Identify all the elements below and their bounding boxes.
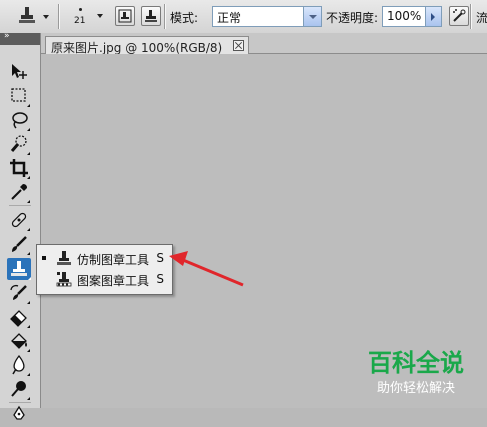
opacity-slider-button[interactable] bbox=[425, 7, 441, 26]
flyout-item-shortcut: S bbox=[156, 251, 164, 265]
opacity-value: 100% bbox=[387, 9, 422, 23]
svg-text:百科全说: 百科全说 bbox=[368, 349, 464, 377]
tools-panel-header[interactable]: » bbox=[0, 31, 40, 45]
mode-label: 模式: bbox=[170, 11, 199, 25]
opacity-label: 不透明度: bbox=[326, 11, 379, 25]
brush-picker[interactable]: 21 bbox=[66, 2, 106, 31]
flyout-item-label: 仿制图章工具 bbox=[77, 253, 150, 267]
toggle-panel-button[interactable] bbox=[141, 6, 161, 26]
clone-source-button[interactable] bbox=[115, 6, 135, 26]
stamp-icon bbox=[19, 7, 35, 23]
chevron-down-icon bbox=[43, 15, 49, 19]
flyout-item-shortcut: S bbox=[156, 272, 164, 286]
chevron-right-icon bbox=[431, 13, 435, 21]
flyout-item-label: 图案图章工具 bbox=[77, 274, 150, 288]
quick-selection-tool[interactable] bbox=[8, 133, 30, 155]
crop-tool[interactable] bbox=[8, 157, 30, 179]
tools-panel: » bbox=[0, 31, 41, 420]
chevron-down-icon bbox=[97, 14, 103, 18]
close-icon[interactable] bbox=[233, 40, 244, 51]
mode-select[interactable]: 正常 bbox=[212, 6, 322, 27]
options-bar: 21 模式: 正常 不透明度: 100% 流 bbox=[0, 0, 487, 34]
tool-preset-picker[interactable] bbox=[6, 4, 50, 28]
flyout-item-clone-stamp[interactable]: 仿制图章工具 S bbox=[37, 248, 172, 268]
document-tab-strip: 原来图片.jpg @ 100%(RGB/8) bbox=[41, 33, 487, 55]
clone-source-icon bbox=[118, 9, 132, 23]
chevron-down-icon bbox=[303, 7, 321, 26]
move-tool[interactable] bbox=[8, 61, 30, 83]
pen-tool[interactable] bbox=[8, 405, 30, 427]
pattern-stamp-icon bbox=[56, 272, 72, 287]
mode-value: 正常 bbox=[217, 11, 242, 25]
stamp-icon bbox=[57, 251, 71, 265]
move-icon bbox=[12, 64, 27, 79]
blur-tool[interactable] bbox=[8, 354, 30, 376]
selected-bullet-icon bbox=[42, 256, 46, 260]
collapse-icon: » bbox=[4, 31, 9, 41]
dodge-tool[interactable] bbox=[8, 378, 30, 400]
document-tab[interactable]: 原来图片.jpg @ 100%(RGB/8) bbox=[45, 36, 249, 55]
eyedropper-tool[interactable] bbox=[8, 181, 30, 203]
paint-bucket-tool[interactable] bbox=[8, 330, 30, 352]
stamp-tool-flyout: 仿制图章工具 S 图案图章工具 S bbox=[36, 244, 173, 295]
svg-text:助你轻松解决: 助你轻松解决 bbox=[377, 381, 455, 396]
watermark-logo: 百科全说 助你轻松解决 bbox=[368, 349, 464, 396]
flow-label: 流 bbox=[476, 11, 487, 25]
flyout-item-pattern-stamp[interactable]: 图案图章工具 S bbox=[37, 269, 172, 289]
clone-stamp-tool[interactable] bbox=[7, 258, 31, 280]
marquee-tool[interactable] bbox=[8, 85, 30, 107]
eraser-tool[interactable] bbox=[8, 306, 30, 328]
opacity-input[interactable]: 100% bbox=[382, 6, 442, 27]
brush-size: 21 bbox=[74, 16, 86, 26]
watermark-logo: 百科全说 助你轻松解决 bbox=[356, 344, 476, 404]
history-brush-tool[interactable] bbox=[8, 282, 30, 304]
brush-dot-icon bbox=[79, 8, 82, 11]
airbrush-button[interactable] bbox=[449, 6, 469, 26]
brush-tool[interactable] bbox=[8, 233, 30, 255]
pen-icon bbox=[13, 405, 25, 420]
stamp-icon bbox=[11, 261, 27, 276]
stamp-panel-icon bbox=[145, 10, 157, 22]
healing-brush-tool[interactable] bbox=[8, 209, 30, 231]
lasso-tool[interactable] bbox=[8, 109, 30, 131]
airbrush-icon bbox=[453, 9, 466, 22]
